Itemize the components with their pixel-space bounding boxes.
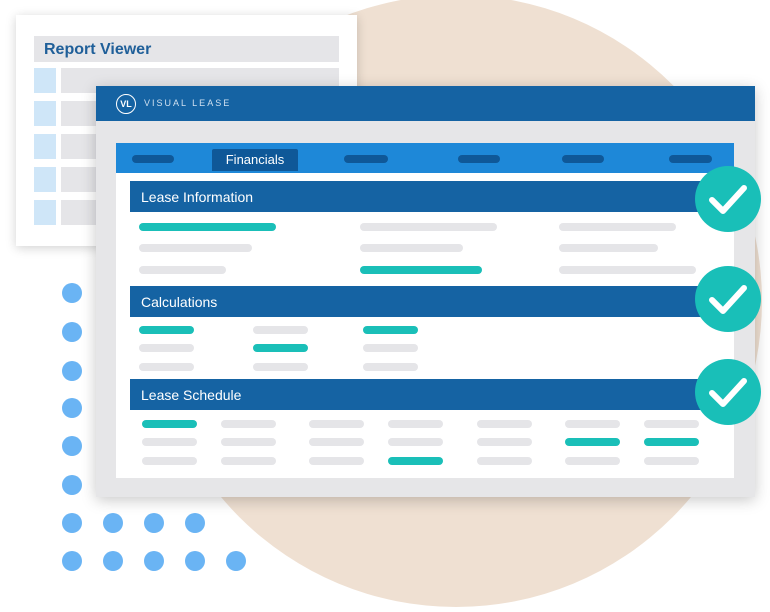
dot [62,322,82,342]
tab-placeholder[interactable] [669,155,712,163]
section-calculations: Calculations [130,286,720,317]
section-label: Lease Information [141,189,254,205]
field-placeholder [139,223,276,231]
dot [185,513,205,533]
field-placeholder [139,344,194,352]
check-icon [695,266,761,332]
field-placeholder [221,457,276,465]
tab-placeholder[interactable] [458,155,500,163]
dot [62,513,82,533]
dot [62,398,82,418]
field-placeholder [253,326,308,334]
report-row-marker [34,134,56,159]
field-placeholder [388,438,443,446]
dot [185,551,205,571]
tab-financials[interactable]: Financials [212,149,298,171]
tab-placeholder[interactable] [344,155,388,163]
field-placeholder [363,344,418,352]
field-placeholder [360,223,497,231]
field-placeholder [363,363,418,371]
tab-placeholder[interactable] [562,155,604,163]
dot [62,283,82,303]
field-placeholder [309,420,364,428]
field-placeholder [253,344,308,352]
field-placeholder [139,266,226,274]
tab-placeholder[interactable] [132,155,174,163]
field-placeholder [565,438,620,446]
field-placeholder [139,244,252,252]
tab-bar: Financials [116,143,734,173]
field-placeholder [559,223,676,231]
dot [103,513,123,533]
section-label: Calculations [141,294,218,310]
field-placeholder [644,438,699,446]
section-lease-schedule: Lease Schedule [130,379,720,410]
report-viewer-header: Report Viewer [34,36,339,62]
field-placeholder [309,457,364,465]
dot [62,551,82,571]
dot [144,551,164,571]
field-placeholder [477,457,532,465]
field-placeholder [559,266,696,274]
field-placeholder [221,420,276,428]
field-placeholder [139,326,194,334]
field-placeholder [360,266,482,274]
dot [103,551,123,571]
report-row-marker [34,200,56,225]
app-window: VL VISUAL LEASE Financials Lease Informa… [96,86,755,497]
report-row-marker [34,68,56,93]
section-label: Lease Schedule [141,387,242,403]
field-placeholder [644,457,699,465]
field-placeholder [477,438,532,446]
dot [62,436,82,456]
field-placeholder [139,363,194,371]
check-icon [695,166,761,232]
field-placeholder [565,420,620,428]
check-icon [695,359,761,425]
field-placeholder [142,438,197,446]
field-placeholder [360,244,463,252]
field-placeholder [388,420,443,428]
field-placeholder [559,244,658,252]
report-row-marker [34,167,56,192]
dot [62,475,82,495]
section-lease-information: Lease Information [130,181,720,212]
dot [144,513,164,533]
dot [226,551,246,571]
report-row-marker [34,101,56,126]
field-placeholder [142,457,197,465]
brand-name: VISUAL LEASE [144,98,232,108]
brand-logo: VL [116,94,136,114]
field-placeholder [644,420,699,428]
report-viewer-title: Report Viewer [44,41,152,58]
dot [62,361,82,381]
field-placeholder [253,363,308,371]
field-placeholder [477,420,532,428]
field-placeholder [565,457,620,465]
app-header: VL VISUAL LEASE [96,86,755,121]
field-placeholder [388,457,443,465]
app-content: Financials Lease Information Calculation… [116,143,734,478]
field-placeholder [309,438,364,446]
field-placeholder [363,326,418,334]
field-placeholder [142,420,197,428]
field-placeholder [221,438,276,446]
